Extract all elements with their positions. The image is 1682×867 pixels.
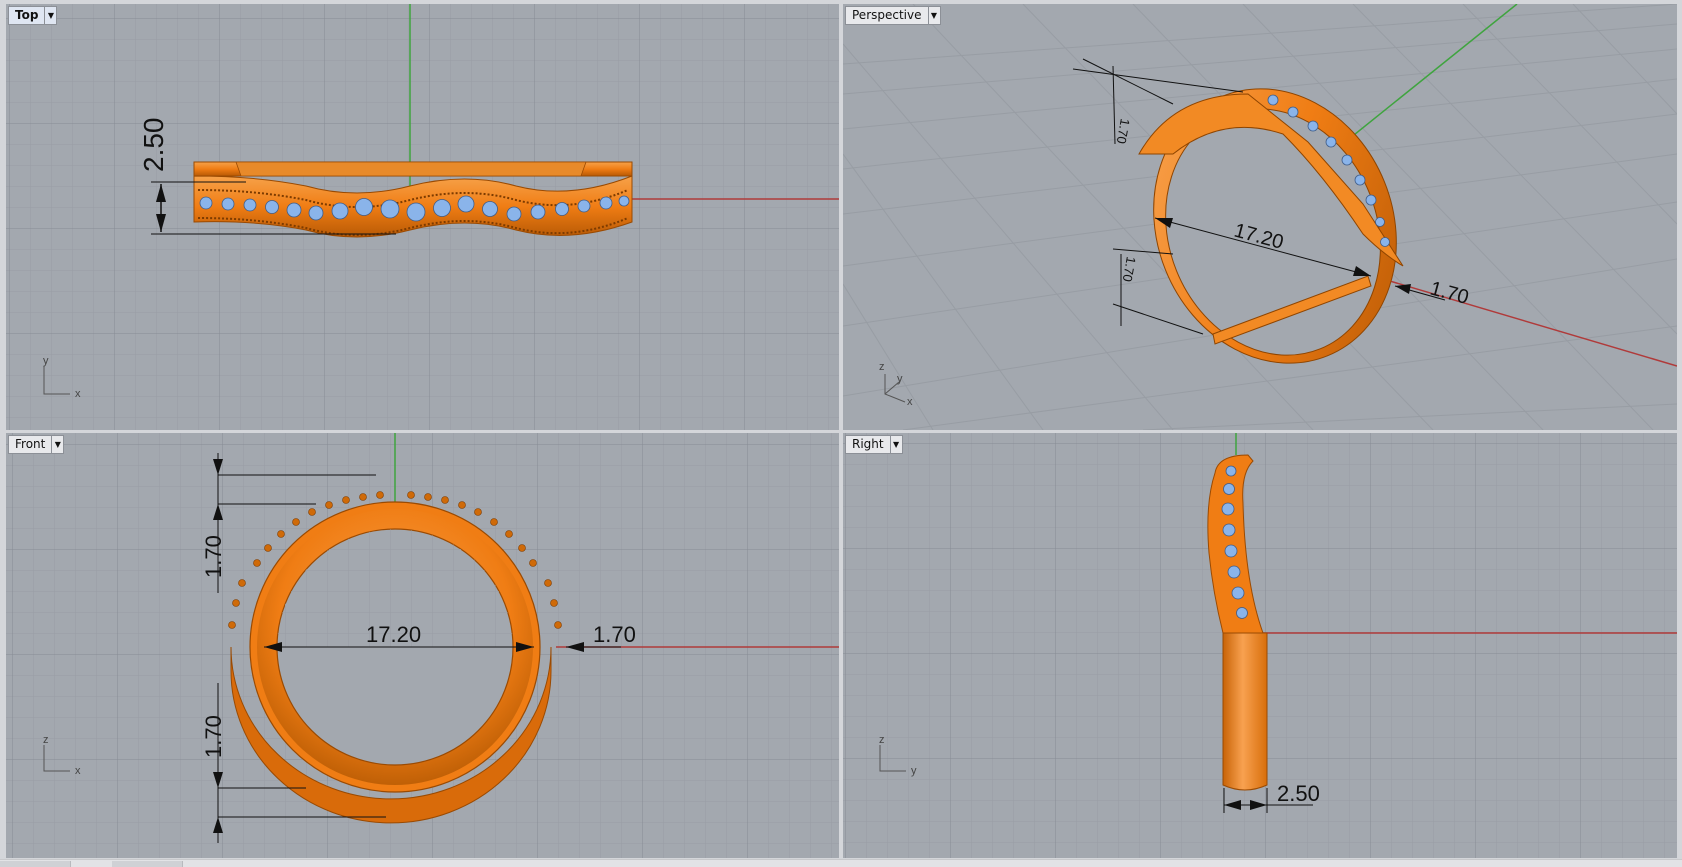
- dim-front-diameter-label: 17.20: [366, 622, 421, 647]
- axis-label-x: x: [75, 388, 81, 400]
- tab-perspective-label: Perspective: [852, 8, 922, 22]
- tab-right[interactable]: Right ▼: [845, 435, 903, 454]
- axis-label-z: z: [43, 734, 49, 746]
- tab-top[interactable]: Top ▼: [8, 6, 58, 25]
- layout-tab[interactable]: [0, 861, 71, 867]
- right-view-scene: 2.50 z y: [843, 433, 1677, 858]
- axis-label-y: y: [911, 765, 917, 777]
- axis-label-y: y: [897, 373, 903, 385]
- dim-persp-vert-a-label: 1.70: [1114, 117, 1133, 145]
- ring-perspective-model: [1138, 88, 1404, 364]
- tab-right-label: Right: [852, 437, 884, 451]
- axis-label-y: y: [43, 355, 49, 367]
- axis-label-x: x: [907, 396, 913, 408]
- viewport-right[interactable]: 2.50 z y Right ▼: [843, 433, 1677, 858]
- viewport-perspective[interactable]: 17.20 1.70 1.70 1.70 z y x Perspective ▼: [843, 4, 1677, 430]
- layout-tab[interactable]: [112, 861, 183, 867]
- axis-label-z: z: [879, 361, 885, 373]
- x-axis-line: [1382, 278, 1677, 367]
- dim-right-width-label: 2.50: [1277, 781, 1320, 806]
- dim-front-top-label: 1.70: [201, 535, 226, 578]
- chevron-down-icon[interactable]: ▼: [889, 436, 902, 453]
- dim-persp-vert-b-label: 1.70: [1120, 255, 1139, 283]
- chevron-down-icon[interactable]: ▼: [51, 436, 63, 453]
- dim-persp-wall-label: 1.70: [1428, 278, 1471, 309]
- tab-top-label: Top: [15, 8, 39, 22]
- tab-perspective[interactable]: Perspective ▼: [845, 6, 941, 25]
- viewport-front[interactable]: 17.20 1.70 1.70 1.70 z x Front ▼: [6, 433, 839, 858]
- tab-front[interactable]: Front ▼: [8, 435, 65, 454]
- perspective-view-scene: 17.20 1.70 1.70 1.70 z y x: [843, 4, 1677, 430]
- front-view-scene: 17.20 1.70 1.70 1.70 z x: [6, 433, 839, 858]
- axis-label-x: x: [75, 765, 81, 777]
- dim-front-bottom-label: 1.70: [201, 715, 226, 758]
- tab-front-label: Front: [15, 437, 46, 451]
- viewport-top[interactable]: 2.50 y x Top ▼: [6, 4, 839, 430]
- top-view-scene: 2.50 y x: [6, 4, 839, 430]
- dim-top-height-label: 2.50: [138, 118, 169, 173]
- chevron-down-icon[interactable]: ▼: [44, 7, 56, 24]
- axis-label-z: z: [879, 734, 885, 746]
- chevron-down-icon[interactable]: ▼: [927, 7, 940, 24]
- dim-front-wall-label: 1.70: [593, 622, 636, 647]
